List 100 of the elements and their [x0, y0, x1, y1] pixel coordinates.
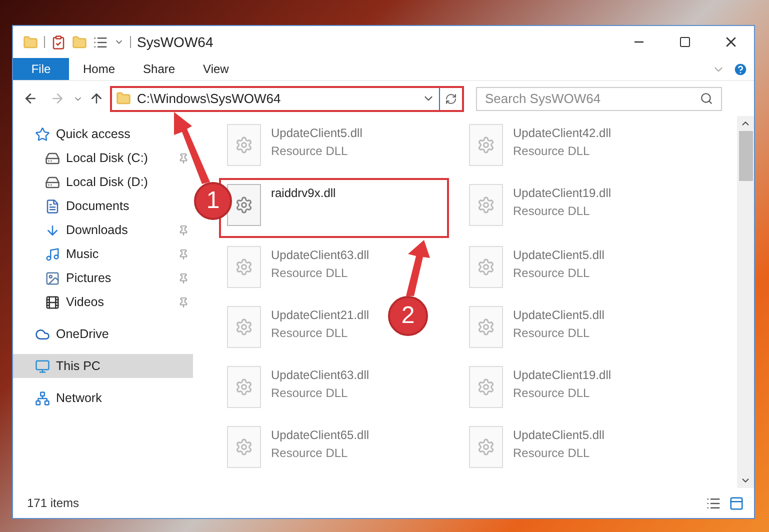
dll-file-icon: [469, 426, 503, 468]
details-view-icon[interactable]: [706, 496, 721, 510]
sidebar-item[interactable]: Quick access: [13, 122, 193, 146]
dll-file-icon: [469, 246, 503, 288]
drive-icon: [45, 150, 60, 166]
properties-icon[interactable]: [51, 34, 66, 50]
file-type: Resource DLL: [271, 385, 349, 402]
file-type: Resource DLL: [513, 445, 591, 462]
sidebar-label: Music: [66, 246, 99, 263]
file-type: Resource DLL: [271, 325, 349, 342]
sidebar-label: OneDrive: [56, 326, 109, 343]
sidebar-label: Network: [56, 390, 102, 407]
file-type: Resource DLL: [271, 445, 349, 462]
star-icon: [35, 126, 50, 142]
sidebar-label: Local Disk (C:): [66, 150, 148, 167]
scrollbar[interactable]: [737, 116, 754, 488]
file-type: Resource DLL: [513, 265, 591, 282]
pin-icon[interactable]: [178, 248, 189, 260]
dll-file-icon: [227, 366, 261, 408]
help-icon[interactable]: [733, 62, 748, 76]
sidebar-item[interactable]: This PC: [13, 354, 193, 378]
dll-file-icon: [469, 306, 503, 348]
folder-icon: [116, 91, 131, 106]
cloud-icon: [35, 326, 50, 342]
large-icons-view-icon[interactable]: [729, 496, 744, 510]
file-type: Resource DLL: [513, 325, 591, 342]
picture-icon: [45, 270, 60, 286]
ribbon-tab[interactable]: View: [189, 58, 243, 80]
file-type: Resource DLL: [513, 385, 591, 402]
sidebar-item[interactable]: Music: [13, 242, 193, 266]
sidebar-label: Downloads: [66, 222, 128, 239]
file-item[interactable]: UpdateClient5.dll Resource DLL: [469, 242, 604, 296]
sidebar-label: Local Disk (D:): [66, 174, 148, 191]
dll-file-icon: [469, 366, 503, 408]
file-name: raiddrv9x.dll: [271, 185, 336, 202]
file-item[interactable]: UpdateClient65.dll Resource DLL: [227, 422, 370, 476]
file-item[interactable]: UpdateClient21.dll Resource DLL: [227, 302, 370, 356]
ribbon-tab[interactable]: Home: [69, 58, 130, 80]
file-name: UpdateClient5.dll: [513, 427, 604, 444]
file-name: UpdateClient21.dll: [271, 307, 370, 324]
pin-icon[interactable]: [178, 296, 189, 308]
sidebar-label: Videos: [66, 294, 104, 311]
file-item[interactable]: UpdateClient5.dll Resource DLL: [469, 302, 604, 356]
window-title: SysWOW64: [137, 32, 214, 52]
search-field[interactable]: Search SysWOW64: [476, 86, 722, 110]
up-icon[interactable]: [89, 91, 104, 106]
down-arrow-icon: [45, 222, 60, 238]
sidebar-item[interactable]: OneDrive: [13, 322, 193, 346]
scrollbar-thumb[interactable]: [738, 131, 752, 181]
pin-icon[interactable]: [178, 224, 189, 236]
dll-file-icon: [227, 124, 261, 166]
file-name: UpdateClient42.dll: [513, 125, 612, 142]
drive-icon: [45, 174, 60, 190]
sidebar-item[interactable]: Pictures: [13, 266, 193, 290]
file-type: Resource DLL: [513, 143, 591, 160]
sidebar-label: Pictures: [66, 270, 112, 287]
sidebar-item[interactable]: Documents: [13, 194, 193, 218]
sidebar-item[interactable]: Downloads: [13, 218, 193, 242]
file-name: UpdateClient5.dll: [271, 125, 362, 142]
list-icon[interactable]: [93, 34, 108, 50]
file-name: UpdateClient5.dll: [513, 307, 604, 324]
network-icon: [35, 390, 50, 406]
file-name: UpdateClient65.dll: [271, 427, 370, 444]
dll-file-icon: [227, 246, 261, 288]
maximize-icon: [679, 36, 691, 48]
pin-icon[interactable]: [178, 272, 189, 284]
file-item[interactable]: UpdateClient63.dll Resource DLL: [227, 362, 370, 416]
file-item[interactable]: UpdateClient5.dll Resource DLL: [227, 120, 362, 174]
file-item[interactable]: UpdateClient19.dll Resource DLL: [469, 362, 612, 416]
music-note-icon: [45, 246, 60, 262]
sidebar-item[interactable]: Local Disk (D:): [13, 170, 193, 194]
file-type: Resource DLL: [271, 265, 349, 282]
sidebar-item[interactable]: Local Disk (C:): [13, 146, 193, 170]
dll-file-icon: [227, 184, 261, 226]
dll-file-icon: [469, 184, 503, 226]
address-bar[interactable]: C:\Windows\SysWOW64: [110, 86, 464, 112]
search-icon[interactable]: [700, 92, 713, 105]
file-name: UpdateClient19.dll: [513, 367, 612, 384]
item-count: 171 items: [27, 495, 80, 512]
film-icon: [45, 294, 60, 310]
pin-icon[interactable]: [178, 152, 189, 164]
file-item[interactable]: UpdateClient63.dll Resource DLL: [227, 242, 370, 296]
file-type: Resource DLL: [271, 143, 349, 160]
dll-file-icon: [469, 124, 503, 166]
back-icon[interactable]: [23, 91, 38, 106]
refresh-icon[interactable]: [445, 92, 457, 104]
file-type: Resource DLL: [513, 203, 591, 220]
sidebar-label: This PC: [56, 358, 100, 375]
sidebar-item[interactable]: Videos: [13, 290, 193, 314]
sidebar-item[interactable]: Network: [13, 386, 193, 410]
ribbon-tab[interactable]: Share: [129, 58, 190, 80]
dll-file-icon: [227, 306, 261, 348]
file-item[interactable]: UpdateClient19.dll Resource DLL: [469, 180, 612, 234]
ribbon-tab[interactable]: File: [13, 58, 69, 80]
monitor-icon: [35, 358, 50, 374]
file-name: UpdateClient19.dll: [513, 185, 612, 202]
sidebar-label: Documents: [66, 198, 130, 215]
file-item[interactable]: UpdateClient5.dll Resource DLL: [469, 422, 604, 476]
file-item[interactable]: UpdateClient42.dll Resource DLL: [469, 120, 612, 174]
sidebar-label: Quick access: [56, 126, 130, 143]
